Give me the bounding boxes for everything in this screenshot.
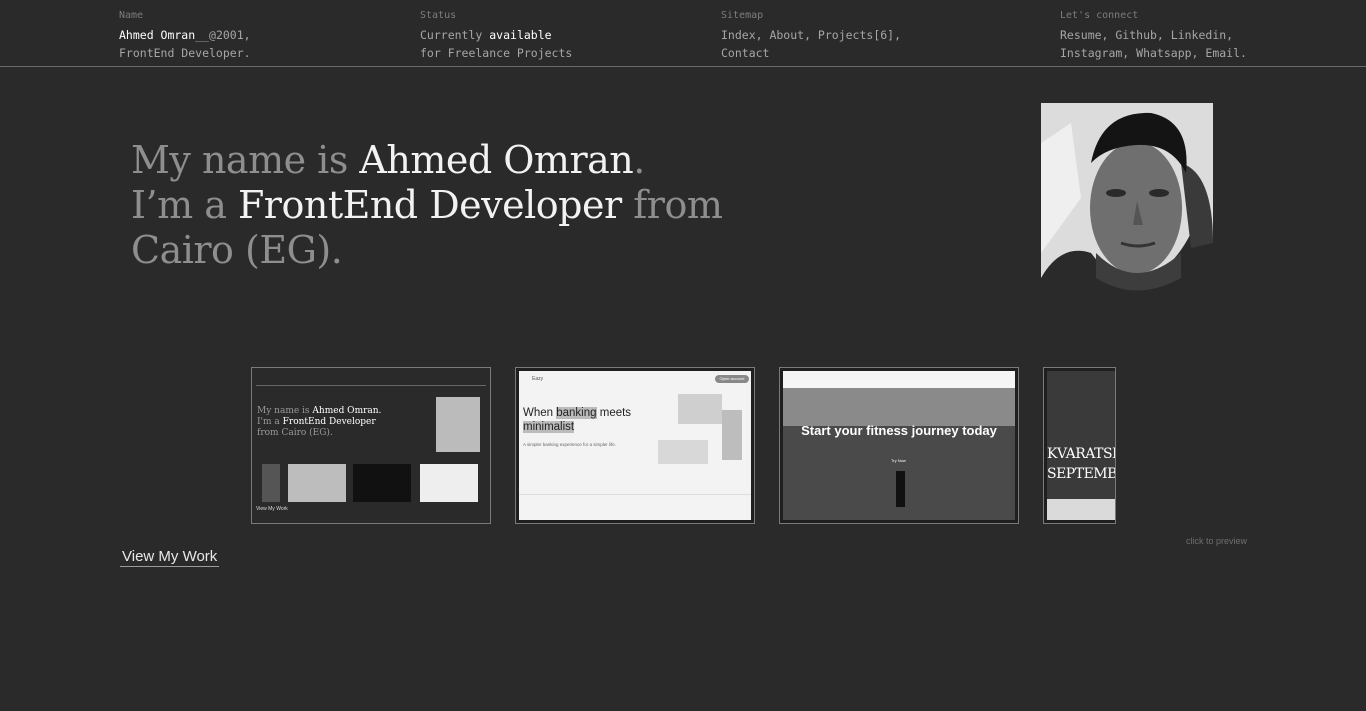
name-label: Name	[119, 10, 144, 21]
connect-column: Let's connect Resume, Github, Linkedin, …	[1060, 9, 1247, 62]
thumb-mini-card	[353, 464, 411, 502]
thumb-text: from Cairo (EG).	[257, 428, 333, 438]
view-my-work-link[interactable]: View My Work	[120, 548, 220, 567]
preview-hint: click to preview	[1186, 536, 1248, 546]
thumb-text: minimalist	[523, 421, 575, 433]
thumb-headline: When banking meets minimalist	[523, 406, 631, 434]
thumb-runner	[896, 471, 905, 507]
project-thumb-eazy-bank[interactable]: Eazy Open account When banking meets min…	[515, 367, 755, 524]
name-column: Name Ahmed Omran__@2001, FrontEnd Develo…	[119, 9, 251, 62]
thumb-divider	[519, 494, 751, 495]
status-detail: for Freelance Projects	[420, 46, 573, 60]
thumb-text: meets	[596, 407, 632, 419]
profile-photo	[1041, 103, 1213, 319]
thumb-navbar	[783, 371, 1015, 388]
connect-links-line1[interactable]: Resume, Github, Linkedin,	[1060, 26, 1247, 44]
thumb-headline: Start your fitness journey today	[801, 423, 997, 438]
thumb-brand: Eazy	[532, 376, 544, 382]
project-thumb-portfolio[interactable]: My name is Ahmed Omran. I'm a FrontEnd D…	[251, 367, 491, 524]
thumb-mini-card	[288, 464, 346, 502]
sitemap-label: Sitemap	[721, 10, 764, 21]
thumb-card-image	[678, 394, 722, 424]
thumb-divider	[256, 385, 486, 386]
hero-text: .	[633, 138, 645, 182]
thumb-footer	[1047, 499, 1115, 520]
thumb-subtext: A simpler banking experience for a simpl…	[523, 442, 617, 447]
portrait-illustration	[1041, 103, 1213, 319]
hero-text: My name is	[131, 138, 360, 182]
thumb-mini-card	[420, 464, 478, 502]
thumb-card-image	[722, 410, 742, 460]
sitemap-links-line2[interactable]: Contact	[721, 44, 901, 62]
top-bar: Name Ahmed Omran__@2001, FrontEnd Develo…	[0, 0, 1366, 67]
owner-name: Ahmed Omran	[119, 28, 196, 42]
status-column: Status Currently available for Freelance…	[420, 9, 572, 62]
thumb-text: When	[523, 407, 557, 419]
thumb-cta-button: Open account	[715, 375, 749, 383]
thumb-footer-text: View My Work	[256, 506, 288, 512]
thumb-photo	[436, 397, 480, 452]
status-prefix: Currently	[420, 28, 490, 42]
thumb-text: KVARATSK	[1047, 446, 1116, 462]
thumb-text: Ahmed Omran.	[312, 406, 382, 416]
owner-role: FrontEnd Developer.	[119, 46, 251, 60]
thumb-mini-card	[262, 464, 280, 502]
thumb-text: banking	[556, 407, 597, 419]
project-thumb-fitness[interactable]: Start your fitness journey today Try Now	[779, 367, 1019, 524]
hero-text: from	[621, 183, 723, 227]
status-label: Status	[420, 10, 457, 21]
hero-heading: My name is Ahmed Omran. I’m a FrontEnd D…	[131, 138, 751, 273]
connect-links-line2[interactable]: Instagram, Whatsapp, Email.	[1060, 44, 1247, 62]
hero-text: I’m a	[131, 183, 238, 227]
sitemap-links-line1[interactable]: Index, About, Projects[6],	[721, 26, 901, 44]
thumb-text: I'm a	[257, 417, 283, 427]
thumb-text: My name is	[257, 406, 313, 416]
thumb-card-image	[658, 440, 708, 464]
status-available: available	[489, 28, 552, 42]
owner-handle: __@2001,	[195, 28, 251, 42]
thumb-text: SEPTEMBE	[1047, 466, 1116, 482]
hero-name: Ahmed Omran	[359, 138, 634, 182]
connect-label: Let's connect	[1060, 10, 1139, 21]
hero-location: Cairo (EG).	[131, 228, 343, 272]
hero-role: FrontEnd Developer	[237, 183, 622, 227]
thumb-text: FrontEnd Developer	[282, 417, 376, 427]
thumb-cta-button: Try Now	[891, 458, 906, 463]
sitemap-column: Sitemap Index, About, Projects[6], Conta…	[721, 9, 901, 62]
project-thumb-kvaratskhelia[interactable]: KVARATSK SEPTEMBE	[1043, 367, 1116, 524]
thumb-hero-text: My name is Ahmed Omran. I'm a FrontEnd D…	[257, 406, 381, 439]
thumb-headline: KVARATSK SEPTEMBE	[1047, 444, 1116, 484]
